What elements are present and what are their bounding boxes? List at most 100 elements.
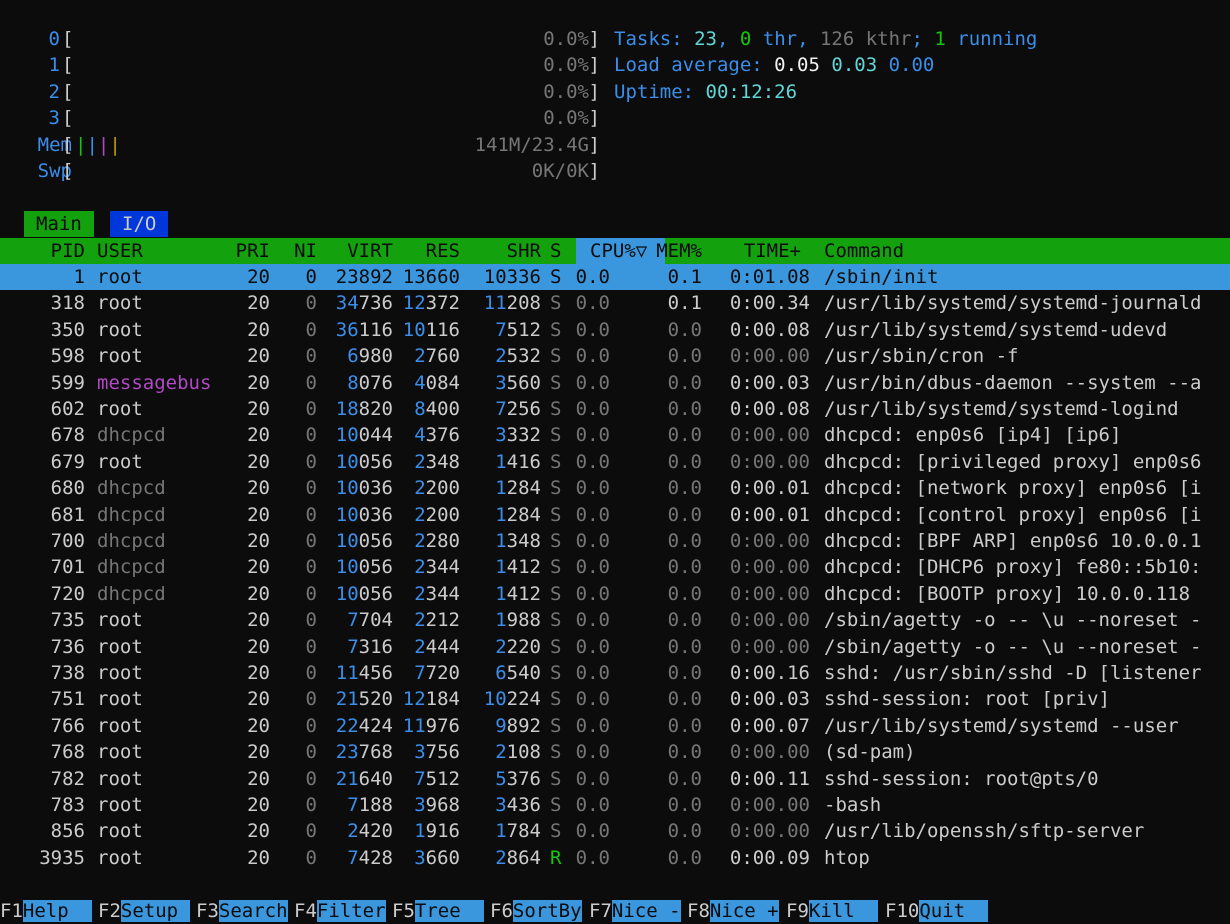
process-user: root bbox=[97, 794, 143, 816]
process-ni: 0 bbox=[305, 318, 317, 341]
process-row[interactable]: 602 root 20 0 18820 8400 7256 S 0.0 0.0 0:00.08/us… bbox=[0, 396, 1230, 422]
fkey-f1[interactable]: F1Help bbox=[0, 898, 92, 924]
col-pid[interactable]: PID bbox=[51, 238, 85, 264]
process-row[interactable]: 599 messagebus 20 0 8076 4084 3560 S 0.0 0.0 0:00.… bbox=[0, 370, 1230, 396]
fkey-key: F7 bbox=[589, 900, 612, 922]
process-s: S bbox=[550, 530, 562, 552]
col-mem[interactable]: MEM% bbox=[656, 238, 702, 264]
process-row[interactable]: 681 dhcpcd 20 0 10036 2200 1284 S 0.0 0.0 0:00.01 d… bbox=[0, 502, 1230, 528]
process-shr: 2220 bbox=[495, 635, 541, 658]
fkey-f4[interactable]: F4Filter bbox=[294, 898, 386, 924]
process-pri: 20 bbox=[247, 635, 270, 658]
process-user: root bbox=[97, 741, 143, 764]
cpu-label: 0 bbox=[48, 28, 60, 50]
process-pid: 720 bbox=[50, 582, 85, 605]
process-user: root bbox=[97, 292, 143, 315]
fkey-f6[interactable]: F6SortBy bbox=[490, 898, 582, 924]
process-row[interactable]: 856 root 20 0 2420 1916 1784 S 0.0 0.0 0:00.00/usr… bbox=[0, 818, 1230, 844]
process-virt: 10056 bbox=[335, 556, 393, 579]
process-time: 0:00.00 bbox=[729, 820, 810, 843]
process-user: root bbox=[97, 767, 143, 790]
process-time: 0:01.08 bbox=[729, 266, 810, 288]
process-shr: 7512 bbox=[495, 318, 541, 341]
col-user[interactable]: USER bbox=[97, 238, 143, 264]
process-mem: 0.0 bbox=[667, 794, 702, 816]
process-row[interactable]: 700 dhcpcd 20 0 10056 2280 1348 S 0.0 0.0 0:00.00 d… bbox=[0, 528, 1230, 554]
col-cpu-sorted[interactable]: CPU%▽ bbox=[576, 238, 665, 265]
process-pri: 20 bbox=[247, 530, 270, 552]
process-ni: 0 bbox=[305, 688, 317, 711]
col-ni[interactable]: NI bbox=[294, 238, 317, 264]
process-time: 0:00.00 bbox=[729, 582, 810, 605]
tab-main[interactable]: Main bbox=[24, 211, 94, 237]
col-pri[interactable]: PRI bbox=[236, 238, 270, 264]
process-mem: 0.1 bbox=[667, 266, 702, 288]
process-s: S bbox=[550, 714, 562, 737]
process-row[interactable]: 598 root 20 0 6980 2760 2532 S 0.0 0.0 0:00.00/usr… bbox=[0, 343, 1230, 369]
process-row[interactable]: 782 root 20 0 21640 7512 5376 S 0.0 0.0 0:00.11 ssh… bbox=[0, 766, 1230, 792]
col-state[interactable]: S bbox=[550, 238, 561, 264]
process-pid: 856 bbox=[50, 820, 85, 843]
process-virt: 21640 bbox=[335, 767, 393, 790]
process-row[interactable]: 720 dhcpcd 20 0 10056 2344 1412 S 0.0 0.0 0:00.00 d… bbox=[0, 581, 1230, 607]
process-row[interactable]: 736 root 20 0 7316 2444 2220 S 0.0 0.0 0:00.00/sbi… bbox=[0, 634, 1230, 660]
col-res[interactable]: RES bbox=[426, 238, 460, 264]
process-pid: 602 bbox=[50, 398, 85, 420]
process-cpu: 0.0 bbox=[575, 662, 610, 684]
process-shr: 1284 bbox=[495, 503, 541, 526]
process-res: 10116 bbox=[402, 318, 460, 341]
fkey-f10[interactable]: F10Quit bbox=[885, 898, 988, 924]
process-row[interactable]: 3935 root 20 0 7428 3660 2864 R 0.0 0.0 0:00.09 hto… bbox=[0, 845, 1230, 871]
fkey-f5[interactable]: F5Tree bbox=[392, 898, 484, 924]
process-row[interactable]: 768 root 20 0 23768 3756 2108 S 0.0 0.0 0:00.00 (sd… bbox=[0, 739, 1230, 765]
process-row[interactable]: 680 dhcpcd 20 0 10036 2200 1284 S 0.0 0.0 0:00.01 d… bbox=[0, 475, 1230, 501]
process-mem: 0.0 bbox=[667, 714, 702, 737]
process-row[interactable]: 751 root 20 0 21520 12184 10224 S 0.0 0.0 0:00.03 s… bbox=[0, 686, 1230, 712]
process-row[interactable]: 350 root 20 0 36116 10116 7512 S 0.0 0.0 0:00.08/u… bbox=[0, 317, 1230, 343]
cpu-meter-2: 2 [ 0.0% ] bbox=[0, 79, 600, 105]
load-1: 0.05 bbox=[774, 54, 820, 77]
process-row[interactable]: 318 root 20 0 34736 12372 11208 S 0.0 0.1 0:00.34 /… bbox=[0, 290, 1230, 316]
process-cpu: 0.0 bbox=[575, 477, 610, 500]
process-time: 0:00.00 bbox=[729, 345, 810, 368]
process-virt: 18820 bbox=[335, 398, 393, 420]
process-pri: 20 bbox=[247, 450, 270, 473]
process-row[interactable]: 766 root 20 0 22424 11976 9892 S 0.0 0.0 0:00.07/u… bbox=[0, 713, 1230, 739]
process-row[interactable]: 701 dhcpcd 20 0 10056 2344 1412 S 0.0 0.0 0:00.00 d… bbox=[0, 554, 1230, 580]
meter-bracket: [ bbox=[62, 80, 74, 103]
col-shr[interactable]: SHR bbox=[507, 238, 541, 264]
process-pid: 701 bbox=[50, 556, 85, 579]
fkey-f3[interactable]: F3Search bbox=[196, 898, 288, 924]
col-time[interactable]: TIME+ bbox=[744, 238, 801, 264]
fkey-f8[interactable]: F8Nice + bbox=[687, 898, 779, 924]
process-ni: 0 bbox=[305, 820, 317, 843]
process-pid: 350 bbox=[50, 318, 85, 341]
process-pri: 20 bbox=[247, 820, 270, 843]
process-row[interactable]: 738 root 20 0 11456 7720 6540 S 0.0 0.0 0:00.16 ssh… bbox=[0, 660, 1230, 686]
process-time: 0:00.08 bbox=[729, 398, 810, 420]
process-cpu: 0.0 bbox=[575, 767, 610, 790]
tab-io[interactable]: I/O bbox=[110, 211, 169, 237]
process-res: 2200 bbox=[414, 503, 460, 526]
col-command[interactable]: Command bbox=[824, 238, 904, 264]
process-row[interactable]: 1 root 20 0 23892 13660 10336 S 0.0 0.1 0:01.08/sb… bbox=[0, 264, 1230, 291]
fkey-f2[interactable]: F2Setup bbox=[98, 898, 190, 924]
process-pri: 20 bbox=[247, 609, 270, 632]
process-row[interactable]: 678 dhcpcd 20 0 10044 4376 3332 S 0.0 0.0 0:00.00 d… bbox=[0, 422, 1230, 448]
fkey-label: Nice - bbox=[611, 900, 681, 922]
process-user: root bbox=[97, 662, 143, 684]
process-row[interactable]: 783 root 20 0 7188 3968 3436 S 0.0 0.0 0:00.00 -bas… bbox=[0, 792, 1230, 818]
fkey-f9[interactable]: F9Kill bbox=[786, 898, 878, 924]
process-cmd: -bash bbox=[824, 794, 882, 816]
process-row[interactable]: 679 root 20 0 10056 2348 1416 S 0.0 0.0 0:00.00 dhc… bbox=[0, 449, 1230, 475]
process-ni: 0 bbox=[305, 345, 317, 368]
process-cmd: dhcpcd: [control proxy] enp0s6 [i bbox=[824, 503, 1202, 526]
fkey-f7[interactable]: F7Nice - bbox=[589, 898, 681, 924]
process-pid: 681 bbox=[50, 503, 85, 526]
process-time: 0:00.08 bbox=[729, 318, 810, 341]
cpu-label: 2 bbox=[48, 80, 60, 103]
process-row[interactable]: 735 root 20 0 7704 2212 1988 S 0.0 0.0 0:00.00/sbi… bbox=[0, 607, 1230, 633]
process-cmd: dhcpcd: [DHCP6 proxy] fe80::5b10: bbox=[824, 556, 1202, 579]
process-pid: 679 bbox=[50, 450, 85, 473]
col-virt[interactable]: VIRT bbox=[347, 238, 393, 264]
